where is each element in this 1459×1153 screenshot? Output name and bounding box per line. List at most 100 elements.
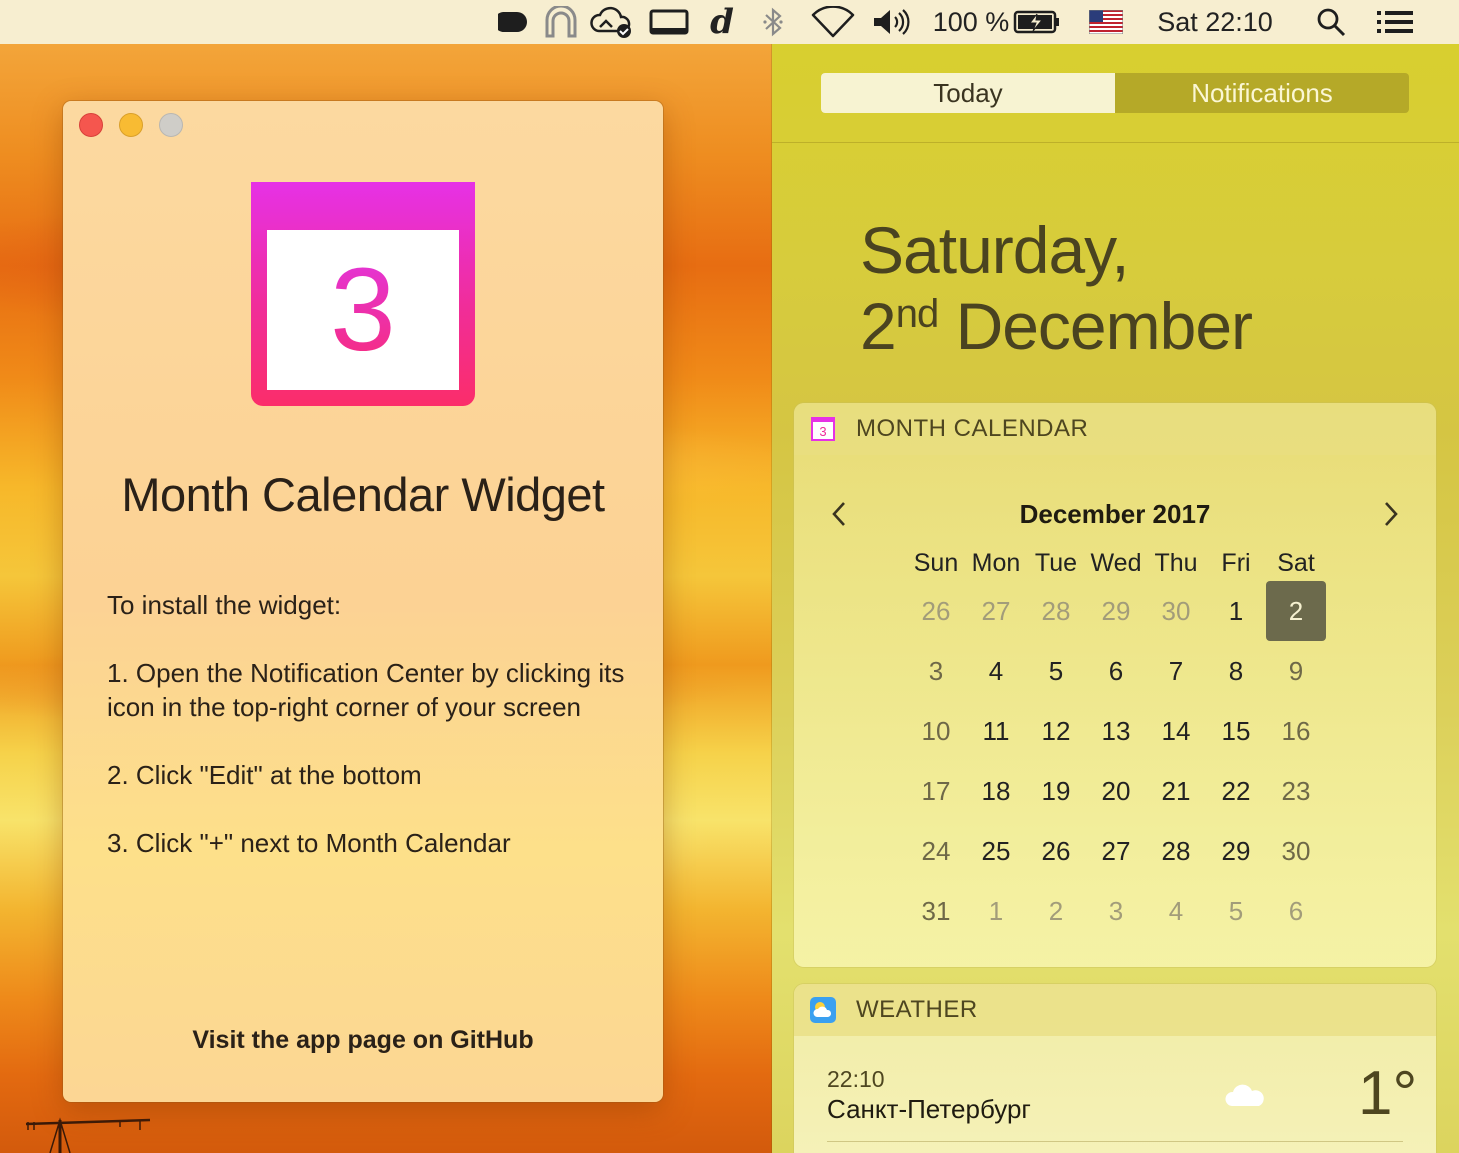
nc-date-heading: Saturday, 2nd December [860, 212, 1253, 364]
app-icon-page: 3 [267, 230, 459, 390]
month-label: December 2017 [1019, 499, 1211, 529]
nc-date-weekday: Saturday, [860, 213, 1130, 287]
calendar-day-cell[interactable]: 6 [1266, 881, 1326, 941]
battery-percent: 100 % [932, 6, 1010, 37]
arch-icon[interactable] [542, 0, 580, 44]
month-calendar-body: December 2017 Sun Mon Tue Wed Thu Fri Sa… [794, 455, 1436, 967]
calendar-day-cell[interactable]: 11 [966, 701, 1026, 761]
month-calendar-icon: 3 [811, 417, 835, 441]
nc-date-suffix: nd [895, 292, 939, 336]
weekday-wed: Wed [1090, 548, 1142, 577]
calendar-day-cell[interactable]: 7 [1146, 641, 1206, 701]
calendar-day-cell[interactable]: 4 [966, 641, 1026, 701]
calendar-day-cell[interactable]: 19 [1026, 761, 1086, 821]
calendar-day-cell[interactable]: 25 [966, 821, 1026, 881]
calendar-day-cell[interactable]: 26 [906, 581, 966, 641]
weather-header: WEATHER [794, 984, 1436, 1036]
weather-city: Санкт-Петербург [827, 1094, 1031, 1124]
instructions-heading: To install the widget: [107, 590, 342, 620]
display-icon[interactable] [648, 0, 690, 44]
weekday-sun: Sun [913, 548, 959, 577]
calendar-week-row: 26 27 28 29 30 1 2 [906, 581, 1326, 641]
tab-today[interactable]: Today [821, 73, 1115, 113]
weather-temperature: 1° [1358, 1059, 1418, 1128]
notification-center-panel: Today Notifications Saturday, 2nd Decemb… [772, 44, 1459, 1153]
menubar-clock[interactable]: Sat 22:10 [1148, 0, 1282, 44]
next-month-icon[interactable] [1378, 499, 1402, 529]
nc-date-month: December [955, 289, 1253, 363]
window-minimize-button[interactable] [119, 113, 143, 137]
window-zoom-button[interactable] [159, 113, 183, 137]
adobe-cc-icon[interactable] [496, 0, 530, 44]
calendar-day-cell[interactable]: 30 [1146, 581, 1206, 641]
weather-app-icon [810, 997, 836, 1023]
weekday-tue: Tue [1034, 548, 1078, 577]
calendar-day-cell[interactable]: 24 [906, 821, 966, 881]
weather-body[interactable]: 22:10 Санкт-Петербург 1° [794, 1036, 1436, 1153]
calendar-day-cell[interactable]: 29 [1206, 821, 1266, 881]
calendar-day-cell[interactable]: 21 [1146, 761, 1206, 821]
calendar-day-today[interactable]: 2 [1266, 581, 1326, 641]
calendar-day-cell[interactable]: 20 [1086, 761, 1146, 821]
calendar-day-cell[interactable]: 3 [1086, 881, 1146, 941]
weather-widget: WEATHER 22:10 Санкт-Петербург 1° [794, 984, 1436, 1153]
month-calendar-title: MONTH CALENDAR [856, 415, 1089, 442]
menu-bar: d 100 % Sat 22:10 [0, 0, 1459, 44]
calendar-day-cell[interactable]: 30 [1266, 821, 1326, 881]
calendar-day-cell[interactable]: 1 [966, 881, 1026, 941]
calendar-day-cell[interactable]: 9 [1266, 641, 1326, 701]
weekday-mon: Mon [971, 548, 1021, 577]
volume-icon[interactable] [870, 0, 912, 44]
bluetooth-icon[interactable] [756, 0, 790, 44]
calendar-day-cell[interactable]: 1 [1206, 581, 1266, 641]
calendar-day-cell[interactable]: 27 [1086, 821, 1146, 881]
calendar-day-cell[interactable]: 29 [1086, 581, 1146, 641]
calendar-day-cell[interactable]: 28 [1146, 821, 1206, 881]
instruction-step-3: 3. Click "+" next to Month Calendar [107, 828, 511, 858]
month-calendar-header: 3 MONTH CALENDAR [794, 403, 1436, 455]
calendar-day-cell[interactable]: 16 [1266, 701, 1326, 761]
cloud-sync-icon[interactable] [588, 0, 636, 44]
calendar-week-row: 24 25 26 27 28 29 30 [906, 821, 1326, 881]
app-icon-number: 3 [330, 244, 396, 376]
month-calendar-grid: Sun Mon Tue Wed Thu Fri Sat 26 27 28 29 … [906, 545, 1326, 941]
calendar-day-cell[interactable]: 5 [1206, 881, 1266, 941]
wifi-icon[interactable] [810, 0, 856, 44]
weekday-fri: Fri [1221, 548, 1251, 577]
weekday-sat: Sat [1277, 548, 1315, 577]
calendar-day-cell[interactable]: 5 [1026, 641, 1086, 701]
calendar-week-row: 10 11 12 13 14 15 16 [906, 701, 1326, 761]
nc-date-day: 2 [860, 289, 897, 363]
battery-icon[interactable] [1012, 0, 1062, 44]
calendar-day-cell[interactable]: 10 [906, 701, 966, 761]
calendar-day-cell[interactable]: 3 [906, 641, 966, 701]
spotlight-search-icon[interactable] [1312, 0, 1350, 44]
github-link[interactable]: Visit the app page on GitHub [63, 1026, 663, 1055]
calendar-week-row: 3 4 5 6 7 8 9 [906, 641, 1326, 701]
calendar-day-cell[interactable]: 27 [966, 581, 1026, 641]
nc-divider [772, 142, 1459, 143]
cloud-icon [1225, 1084, 1264, 1106]
calendar-day-cell[interactable]: 8 [1206, 641, 1266, 701]
calendar-day-cell[interactable]: 23 [1266, 761, 1326, 821]
calendar-day-cell[interactable]: 28 [1026, 581, 1086, 641]
calendar-day-cell[interactable]: 15 [1206, 701, 1266, 761]
calendar-day-cell[interactable]: 2 [1026, 881, 1086, 941]
weather-divider [827, 1141, 1403, 1142]
dictionary-icon[interactable]: d [702, 0, 742, 44]
window-close-button[interactable] [79, 113, 103, 137]
calendar-week-row: 31 1 2 3 4 5 6 [906, 881, 1326, 941]
tab-notifications[interactable]: Notifications [1115, 73, 1409, 113]
calendar-day-cell[interactable]: 14 [1146, 701, 1206, 761]
calendar-day-cell[interactable]: 12 [1026, 701, 1086, 761]
calendar-day-cell[interactable]: 17 [906, 761, 966, 821]
calendar-day-cell[interactable]: 4 [1146, 881, 1206, 941]
us-flag-icon[interactable] [1086, 0, 1126, 44]
calendar-day-cell[interactable]: 6 [1086, 641, 1146, 701]
notification-center-icon[interactable] [1372, 0, 1418, 44]
calendar-day-cell[interactable]: 31 [906, 881, 966, 941]
calendar-day-cell[interactable]: 18 [966, 761, 1026, 821]
calendar-day-cell[interactable]: 26 [1026, 821, 1086, 881]
calendar-day-cell[interactable]: 13 [1086, 701, 1146, 761]
calendar-day-cell[interactable]: 22 [1206, 761, 1266, 821]
